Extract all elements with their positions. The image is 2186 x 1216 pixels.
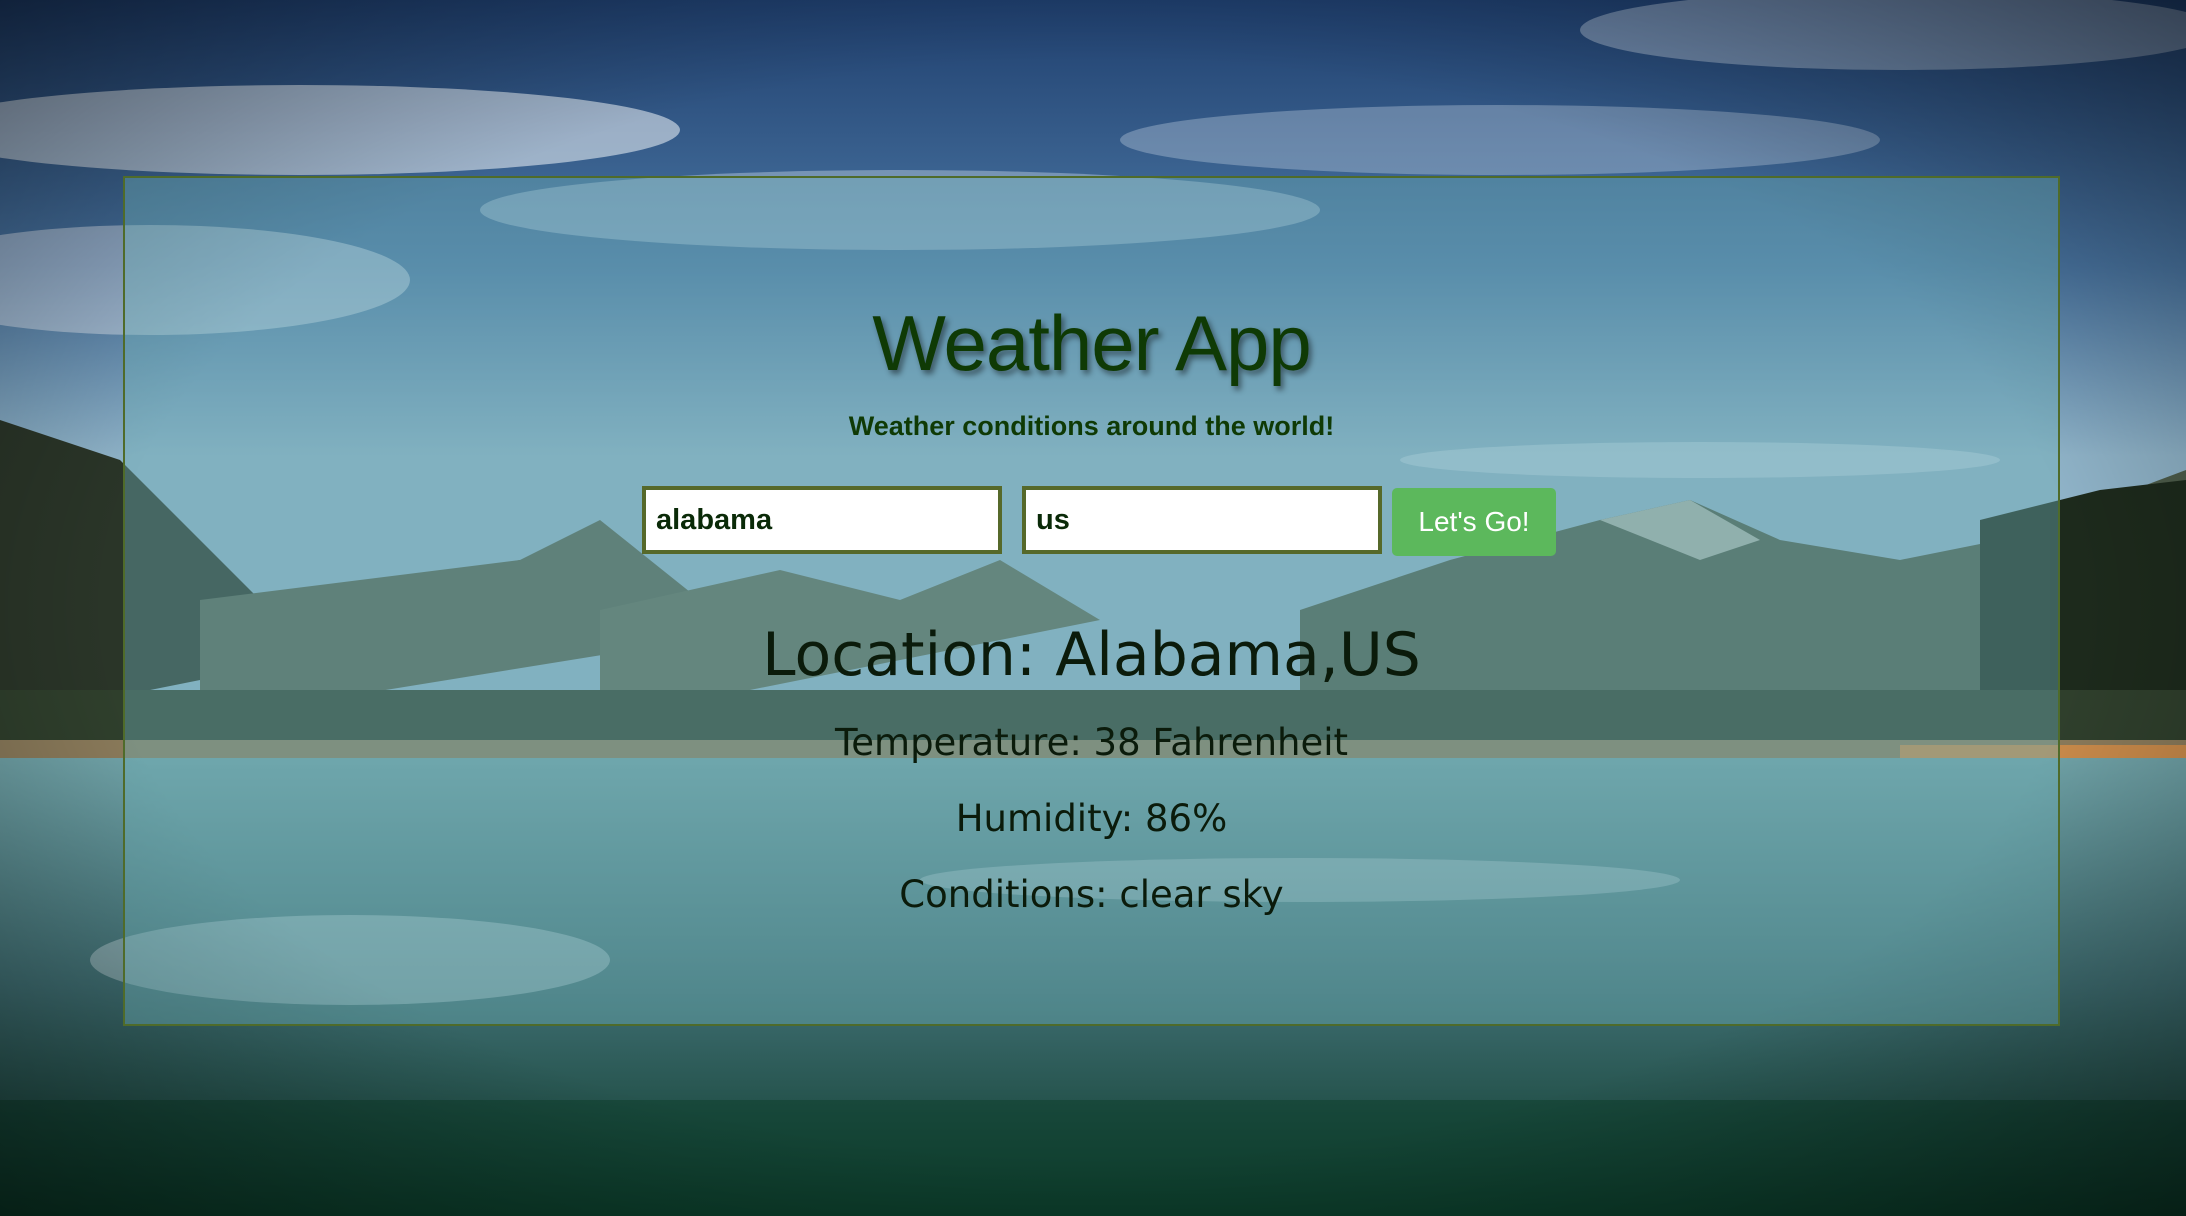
country-input[interactable] [1022,486,1382,554]
conditions-text: Conditions: clear sky [899,873,1284,916]
app-subtitle: Weather conditions around the world! [848,411,1335,441]
app-title: Weather App [872,299,1312,387]
humidity-text: Humidity: 86% [955,797,1228,840]
weather-panel: Weather App Weather conditions around th… [123,176,2060,1026]
city-input[interactable] [642,486,1002,554]
search-form: Let's Go! [125,486,2058,558]
submit-button[interactable]: Let's Go! [1392,488,1556,556]
location-heading: Location: Alabama,US [762,620,1421,690]
temperature-text: Temperature: 38 Fahrenheit [834,721,1349,764]
